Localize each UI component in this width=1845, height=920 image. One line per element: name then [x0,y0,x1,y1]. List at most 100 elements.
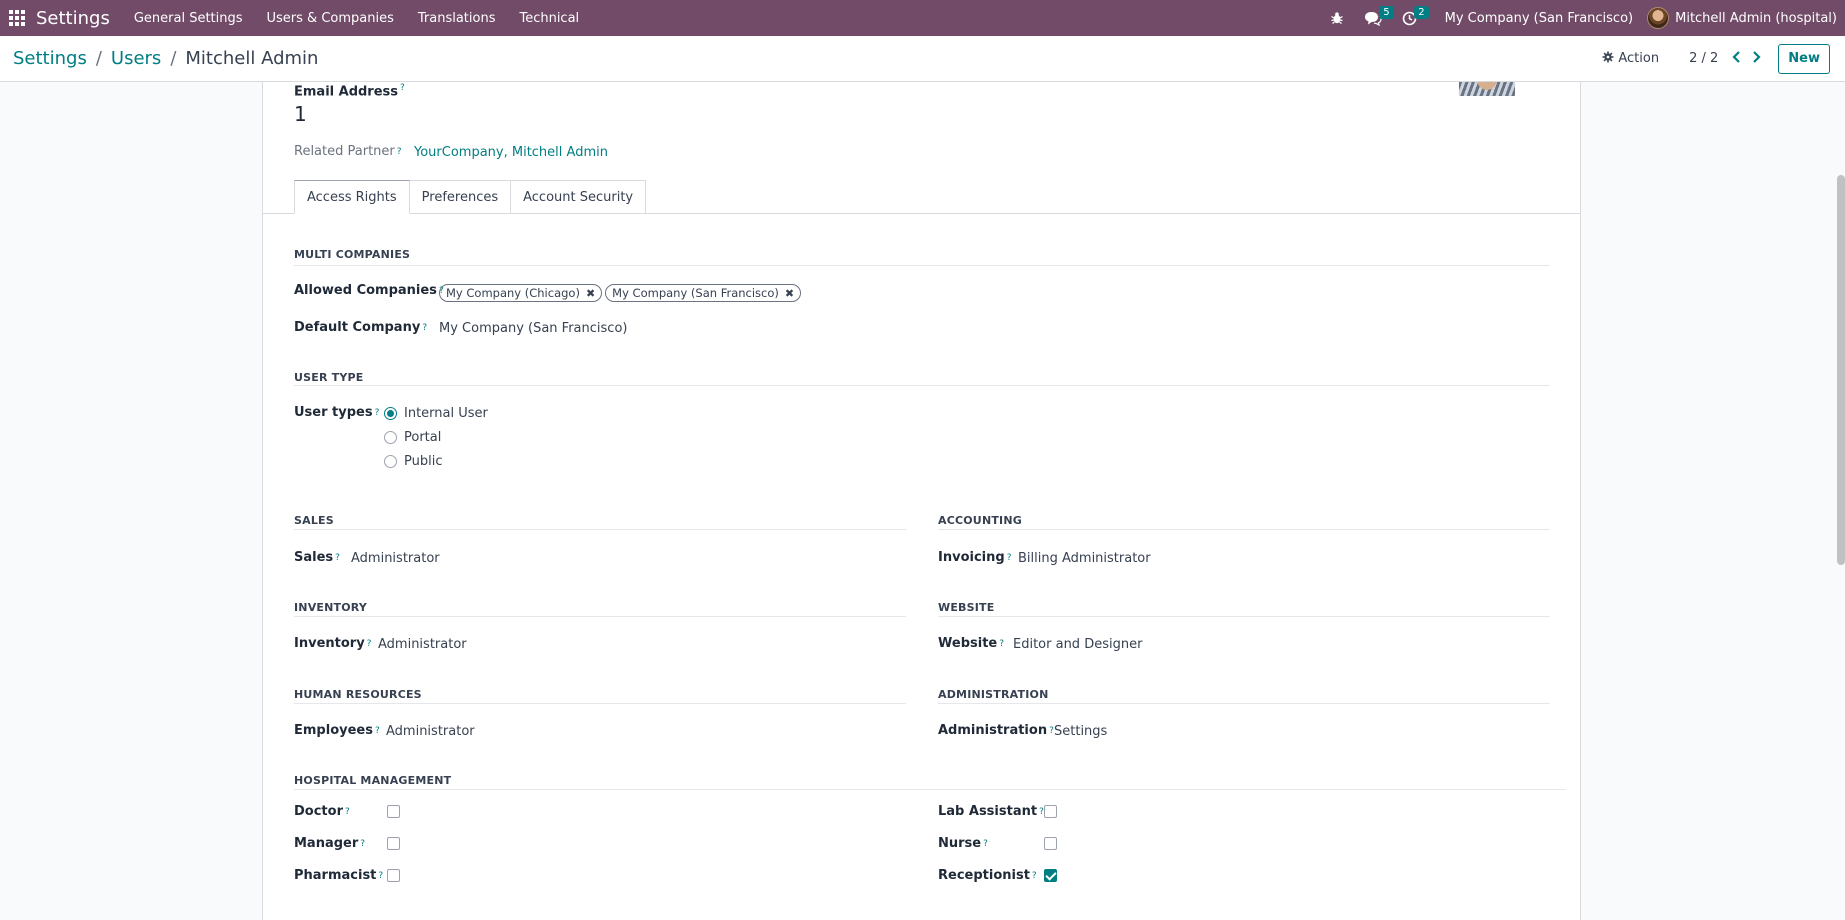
breadcrumb-users[interactable]: Users [111,48,161,69]
menu-users-companies[interactable]: Users & Companies [255,11,406,26]
company-switcher[interactable]: My Company (San Francisco) [1427,11,1647,26]
website-field[interactable]: Editor and Designer [1013,637,1142,652]
tab-access-rights[interactable]: Access Rights [294,180,410,214]
manager-checkbox[interactable] [387,837,400,850]
pharmacist-label: Pharmacist [294,868,377,883]
activities-count-badge: 2 [1414,6,1429,19]
user-name: Mitchell Admin (hospital) [1675,10,1837,26]
new-button[interactable]: New [1778,43,1830,74]
notebook-tabs: Access Rights Preferences Account Securi… [294,180,647,214]
app-name[interactable]: Settings [36,8,110,29]
help-icon[interactable]: ? [360,839,365,849]
default-company-field[interactable]: My Company (San Francisco) [439,321,627,336]
apps-grid-icon[interactable] [2,0,32,36]
help-icon[interactable]: ? [422,323,427,333]
administration-label: Administration [938,723,1048,738]
radio-portal[interactable]: Portal [384,430,441,445]
allowed-companies-field[interactable]: My Company (Chicago) ✖ My Company (San Fr… [439,284,804,302]
lab-assistant-checkbox[interactable] [1044,805,1057,818]
help-icon[interactable]: ? [345,807,350,817]
receptionist-label: Receptionist [938,868,1030,883]
inventory-field[interactable]: Administrator [378,637,467,652]
email-label: Email Address [294,84,399,100]
administration-field[interactable]: Settings [1054,724,1107,739]
radio-label: Internal User [404,406,488,421]
help-icon[interactable]: ? [1007,553,1012,563]
user-types-label-row: User types? [294,405,379,420]
chevron-left-icon [1732,50,1741,67]
section-title-user-type: USER TYPE [294,371,364,384]
help-icon[interactable]: ? [983,839,988,849]
user-menu[interactable]: Mitchell Admin (hospital) [1647,7,1837,29]
radio-button[interactable] [384,455,397,468]
activities-button[interactable]: 2 [1392,0,1429,36]
employees-field[interactable]: Administrator [386,724,475,739]
allowed-companies-label: Allowed Companies [294,283,437,298]
breadcrumb-separator: / [170,48,177,69]
messages-button[interactable]: 5 [1354,0,1394,36]
help-icon[interactable]: ? [367,639,372,649]
employees-label-row: Employees? [294,723,380,738]
lab-assistant-label: Lab Assistant [938,804,1038,819]
form-sheet: Email Address? 1 Related Partner? YourCo… [262,82,1581,920]
help-icon[interactable]: ? [400,83,405,93]
allowed-companies-label-row: Allowed Companies? [294,283,444,298]
section-divider [294,789,1566,790]
manager-label-row: Manager? [294,836,365,851]
receptionist-checkbox[interactable] [1044,869,1057,882]
nurse-label-row: Nurse? [938,836,988,851]
nurse-checkbox[interactable] [1044,837,1057,850]
help-icon[interactable]: ? [375,408,380,418]
menu-technical[interactable]: Technical [507,11,591,26]
debug-button[interactable] [1320,0,1354,36]
help-icon[interactable]: ? [999,639,1004,649]
sales-label: Sales [294,550,334,565]
nurse-label: Nurse [938,836,982,851]
page-scrollbar[interactable] [1837,175,1845,565]
email-field[interactable]: 1 [294,102,307,126]
employees-label: Employees [294,723,373,738]
pager-next-button[interactable] [1746,47,1766,71]
inventory-label: Inventory [294,636,365,651]
sales-field[interactable]: Administrator [351,551,440,566]
company-tag: My Company (San Francisco) ✖ [605,284,802,302]
sales-label-row: Sales? [294,550,340,565]
related-partner-link[interactable]: YourCompany, Mitchell Admin [414,145,608,160]
tab-preferences[interactable]: Preferences [408,180,512,213]
doctor-checkbox[interactable] [387,805,400,818]
doctor-label-row: Doctor? [294,804,350,819]
radio-label: Portal [404,430,442,445]
section-divider [294,529,906,530]
section-divider [294,616,906,617]
manager-label: Manager [294,836,359,851]
pager-value[interactable]: 2 / 2 [1689,51,1718,66]
pharmacist-checkbox[interactable] [387,869,400,882]
menu-translations[interactable]: Translations [406,11,508,26]
pager-previous-button[interactable] [1726,47,1746,71]
breadcrumb-separator: / [95,48,102,69]
doctor-label: Doctor [294,804,343,819]
user-photo[interactable] [1459,82,1515,96]
help-icon[interactable]: ? [375,726,380,736]
help-icon[interactable]: ? [335,553,340,563]
radio-button[interactable] [384,407,397,420]
action-menu-button[interactable]: Action [1602,51,1659,67]
section-title-accounting: ACCOUNTING [938,514,1022,527]
radio-internal-user[interactable]: Internal User [384,406,488,421]
menu-general-settings[interactable]: General Settings [122,11,255,26]
section-title-sales: SALES [294,514,334,527]
tag-label: My Company (Chicago) [446,286,580,300]
radio-public[interactable]: Public [384,454,442,469]
close-icon[interactable]: ✖ [785,287,794,300]
close-icon[interactable]: ✖ [586,287,595,300]
help-icon[interactable]: ? [1032,871,1037,881]
website-label: Website [938,636,998,651]
radio-button[interactable] [384,431,397,444]
help-icon[interactable]: ? [397,147,402,157]
invoicing-label: Invoicing [938,550,1005,565]
tab-account-security[interactable]: Account Security [510,180,647,213]
invoicing-field[interactable]: Billing Administrator [1018,551,1151,566]
section-divider [938,529,1550,530]
help-icon[interactable]: ? [378,871,383,881]
breadcrumb-settings[interactable]: Settings [13,48,87,69]
